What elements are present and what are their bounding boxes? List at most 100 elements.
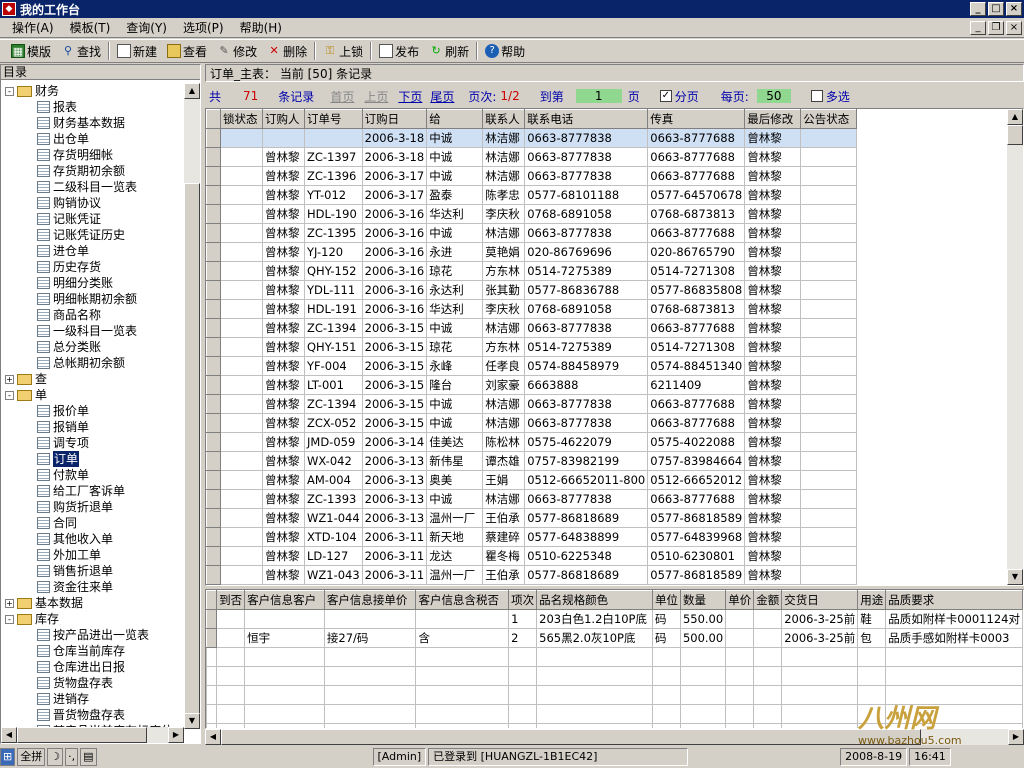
table-cell[interactable]: 新伟星 [426,451,484,471]
table-cell[interactable] [220,546,263,566]
table-cell[interactable]: 李庆秋 [482,204,526,224]
soft-keyboard-icon[interactable]: ▤ [80,748,97,766]
minimize-button[interactable]: _ [970,2,986,16]
orders-column-header[interactable]: 订单号 [304,109,363,129]
table-cell[interactable]: 含 [415,628,510,648]
table-cell[interactable]: 华达利 [426,299,484,319]
table-cell[interactable]: WZ1-043 [304,565,363,585]
tree-leaf-item[interactable]: 报表 [3,99,183,115]
table-cell[interactable] [220,508,263,528]
table-cell[interactable] [800,356,858,376]
table-cell[interactable]: 0514-7271308 [647,337,746,357]
table-cell[interactable]: 2006-3-13 [361,470,428,490]
view-button[interactable]: 查看 [162,41,212,61]
table-cell[interactable]: 陈孝忠 [482,185,526,205]
detail-column-header[interactable]: 数量 [679,590,727,610]
table-cell[interactable] [220,318,263,338]
table-cell[interactable]: 中诚 [426,147,484,167]
row-selector[interactable] [206,337,221,357]
table-cell[interactable]: 王伯承 [482,565,526,585]
detail-column-header[interactable]: 客户信息接单价 [323,590,417,610]
table-row[interactable]: 曾林黎 JMD-059 2006-3-14 佳美达 陈松林 0575-4622079 057… [206,432,858,452]
table-cell[interactable]: 2006-3-15 [361,375,428,395]
detail-column-header[interactable]: 客户信息含税否 [415,590,510,610]
table-row[interactable]: 曾林黎 AM-004 2006-3-13 奥美 王娟 0512-66652011-800 0… [206,470,858,490]
table-cell[interactable]: 0663-8777838 [524,147,649,167]
tree-leaf-item[interactable]: 合同 [3,515,183,531]
tree-leaf-item[interactable]: 销售折退单 [3,563,183,579]
row-selector[interactable] [206,628,218,648]
table-cell[interactable]: 奥美 [426,470,484,490]
new-button[interactable]: 新建 [112,41,162,61]
table-cell[interactable]: 0663-8777688 [647,166,746,186]
table-cell[interactable]: 曾林黎 [744,280,802,300]
row-selector[interactable] [206,470,221,490]
table-cell[interactable]: 码 [651,628,681,648]
tree-leaf-item[interactable]: 历史存货 [3,259,183,275]
row-selector[interactable] [206,413,221,433]
table-cell[interactable]: 永达利 [426,280,484,300]
table-cell[interactable] [220,166,263,186]
table-cell[interactable]: 新天地 [426,527,484,547]
scroll-down-arrow-icon[interactable]: ▼ [184,713,200,729]
table-cell[interactable] [800,242,858,262]
table-row[interactable]: 曾林黎 WX-042 2006-3-13 新伟星 谭杰雄 0757-83982199 075… [206,451,858,471]
table-cell[interactable]: 曾林黎 [744,413,802,433]
tree-folder-item[interactable]: - 库存 [3,611,183,627]
table-cell[interactable] [304,128,363,148]
table-cell[interactable]: 0757-83982199 [524,451,649,471]
table-row[interactable]: 曾林黎 YF-004 2006-3-15 永峰 任孝良 0574-88458979 0574… [206,356,858,376]
table-cell[interactable] [800,489,858,509]
table-cell[interactable]: 2006-3-16 [361,299,428,319]
table-cell[interactable]: 曾林黎 [744,242,802,262]
table-cell[interactable]: 565黑2.0灰10P底 [536,628,653,648]
tree-leaf-item[interactable]: 记账凭证 [3,211,183,227]
tree-leaf-item[interactable]: 记账凭证历史 [3,227,183,243]
table-cell[interactable] [220,375,263,395]
table-cell[interactable] [800,223,858,243]
expand-icon[interactable]: + [5,598,14,608]
tree-leaf-item[interactable]: 一级科目一览表 [3,323,183,339]
table-cell[interactable]: 0512-66652012 [647,470,746,490]
delete-button[interactable]: ✕ 删除 [262,41,312,61]
table-cell[interactable] [220,261,263,281]
row-selector[interactable] [206,432,221,452]
table-row[interactable]: 曾林黎 YJ-120 2006-3-16 永进 莫艳娟 020-86769696 020-8… [206,242,858,262]
scroll-right-arrow-icon[interactable]: ▶ [168,727,184,743]
template-button[interactable]: ▦ 模版 [6,41,56,61]
table-cell[interactable]: 刘家豪 [482,375,526,395]
orders-column-header[interactable]: 订购人 [262,109,305,129]
table-cell[interactable]: YT-012 [304,185,363,205]
table-cell[interactable]: 隆台 [426,375,484,395]
table-cell[interactable]: 1 [508,609,538,629]
detail-column-header[interactable]: 用途 [857,590,887,610]
table-cell[interactable]: 琼花 [426,261,484,281]
table-cell[interactable] [262,128,305,148]
table-cell[interactable]: 曾林黎 [744,299,802,319]
table-cell[interactable]: 蔡建碎 [482,527,526,547]
detail-hscroll-thumb[interactable] [221,729,921,745]
table-cell[interactable] [220,280,263,300]
close-button[interactable]: × [1006,2,1022,16]
table-row[interactable]: 1 203白色1.2白10P底码 550.00 2006-3-25前鞋品质如附样卡00… [206,609,1023,629]
tree-leaf-item[interactable]: 调专项 [3,435,183,451]
table-cell[interactable]: 陈松林 [482,432,526,452]
collapse-icon[interactable]: - [5,390,14,400]
table-cell[interactable]: 琼花 [426,337,484,357]
first-page-link[interactable]: 首页 [330,88,354,105]
detail-column-header[interactable]: 单位 [651,590,681,610]
row-selector[interactable] [206,166,221,186]
table-cell[interactable]: QHY-151 [304,337,363,357]
table-cell[interactable]: 曾林黎 [744,508,802,528]
table-row[interactable]: 曾林黎 ZC-1395 2006-3-16 中诚 林洁娜 0663-8777838 0663… [206,223,858,243]
tree-folder-item[interactable]: + 查 [3,371,183,387]
table-cell[interactable]: ZC-1395 [304,223,363,243]
tree-leaf-item[interactable]: 出仓单 [3,131,183,147]
table-cell[interactable]: ZC-1396 [304,166,363,186]
table-cell[interactable]: 永进 [426,242,484,262]
row-selector[interactable] [206,185,221,205]
row-selector[interactable] [206,489,221,509]
maximize-button[interactable]: □ [988,2,1004,16]
table-cell[interactable]: 品质手感如附样卡0003 [885,628,1023,648]
table-cell[interactable]: 莫艳娟 [482,242,526,262]
